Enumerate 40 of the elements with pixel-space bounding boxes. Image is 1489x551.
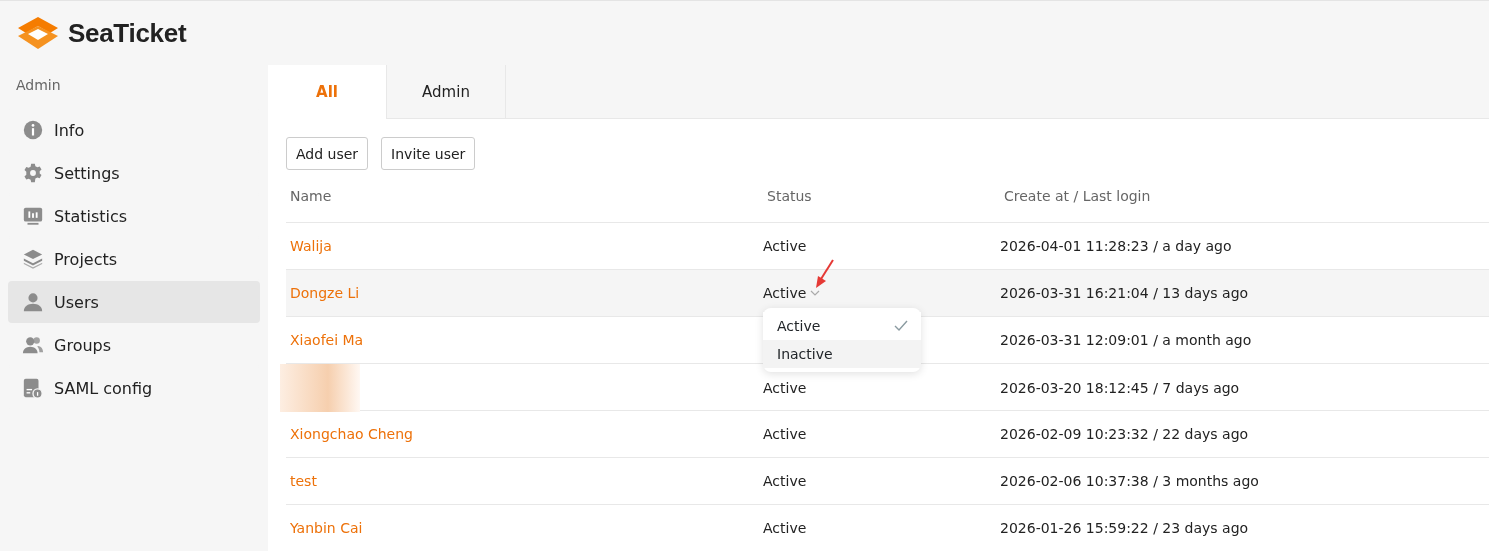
sidebar-item-label: Statistics [54,206,128,226]
dropdown-option[interactable]: Inactive [763,340,921,368]
dropdown-option[interactable]: Active [763,312,921,340]
add-user-button[interactable]: Add user [286,137,369,170]
user-icon [22,291,44,313]
settings-icon [22,162,44,184]
layers-icon [22,248,44,270]
sidebar-item-label: Projects [54,249,118,269]
date-text: 2026-03-20 18:12:45 / 7 days ago [1000,380,1241,396]
sidebar-item-label: Info [54,120,85,140]
chart-monitor-icon [22,205,44,227]
column-header: Create at / Last login [1003,188,1152,204]
brand-name: SeaTicket [68,17,187,49]
chevron-down-icon[interactable] [810,289,821,297]
status-text: Active [763,285,807,301]
sidebar-heading: Admin [15,76,62,95]
date-text: 2026-02-09 10:23:32 / 22 days ago [1000,426,1250,442]
sidebar-item-label: Users [54,292,99,312]
group-icon [22,334,44,356]
saml-document-icon [22,377,44,399]
logo-icon [16,15,60,51]
date-text: 2026-03-31 16:21:04 / 13 days ago [1000,285,1250,301]
status-text: Active [763,426,807,442]
date-text: 2026-04-01 11:28:23 / a day ago [1000,238,1233,254]
sidebar-item-label: Groups [54,335,112,355]
column-header: Name [289,188,333,204]
date-text: 2026-01-26 15:59:22 / 23 days ago [1000,520,1250,536]
status-text: Active [763,380,807,396]
column-header: Status [766,188,813,204]
sidebar-item-label: Settings [54,163,120,183]
date-text: 2026-03-31 12:09:01 / a month ago [1000,332,1253,348]
status-text: Active [763,473,807,489]
status-text: Active [763,520,807,536]
status-text: Active [763,238,807,254]
sidebar-item-label: SAML config [54,378,153,398]
check-icon [894,320,908,332]
info-icon [22,119,44,141]
invite-user-button[interactable]: Invite user [381,137,476,170]
date-text: 2026-02-06 10:37:38 / 3 months ago [1000,473,1260,489]
sidebar-item[interactable]: Users [8,281,260,323]
